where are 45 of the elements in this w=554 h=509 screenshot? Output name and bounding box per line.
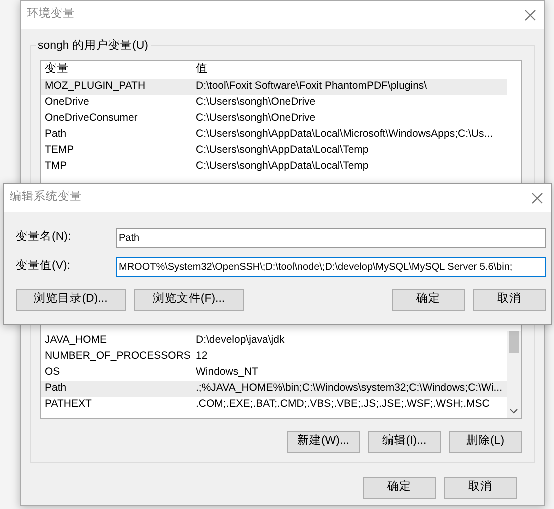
window-title: 环境变量 — [27, 6, 75, 22]
variable-value: C:\Users\songh\AppData\Local\Microsoft\WindowsApps;C:\Us... — [196, 127, 494, 142]
variable-name: Path — [45, 127, 68, 142]
variable-value: C:\Users\songh\AppData\Local\Temp — [196, 143, 369, 158]
button[interactable]: 删除(L) — [449, 431, 522, 453]
input-field[interactable]: MROOT%\System32\OpenSSH\;D:\tool\node\;D:\develop\MySQL\MySQL Server 5.6\bin; — [116, 257, 546, 277]
variable-value: C:\Users\songh\OneDrive — [196, 111, 316, 126]
field-label: 变量值(V): — [16, 258, 72, 274]
variable-value: .COM;.EXE;.BAT;.CMD;.VBS;.VBE;.JS;.JSE;.WSF;.WSH;.MSC — [196, 397, 490, 412]
variable-name: OS — [45, 365, 62, 380]
variable-name: PATHEXT — [45, 397, 93, 412]
variable-value: C:\Users\songh\OneDrive — [196, 95, 316, 110]
variable-name: Path — [45, 381, 68, 396]
variable-value: Windows_NT — [196, 365, 258, 380]
variable-name: OneDriveConsumer — [45, 111, 139, 126]
window-title: 编辑系统变量 — [10, 189, 82, 206]
variable-name: TEMP — [45, 143, 76, 158]
row-highlight[interactable]: MOZ_PLUGIN_PATH D:\tool\Foxit Software\Foxit PhantomPDF\plugins\ — [41, 79, 507, 95]
variable-value: D:\develop\java\jdk — [196, 333, 285, 348]
button[interactable]: 取消 — [473, 289, 546, 311]
variable-name: OneDrive — [45, 95, 90, 110]
variable-name: TMP — [45, 159, 68, 174]
button[interactable]: 编辑(I)... — [368, 431, 441, 453]
button[interactable]: 浏览文件(F)... — [134, 289, 244, 311]
scrollbar-thumb[interactable] — [509, 331, 519, 353]
column-header: 值 — [196, 62, 208, 78]
variable-value: .;%JAVA_HOME%\bin;C:\Windows\system32;C:\Windows;C:\Wi... — [196, 381, 503, 396]
close-icon[interactable] — [532, 192, 543, 204]
variable-value: D:\tool\Foxit Software\Foxit PhantomPDF\plugins\ — [196, 79, 428, 94]
field-label: 变量名(N): — [16, 229, 72, 246]
variable-name: NUMBER_OF_PROCESSORS — [45, 349, 192, 364]
button[interactable]: 确定 — [363, 477, 436, 499]
chevron-down-icon[interactable] — [510, 409, 518, 414]
button[interactable]: 确定 — [392, 289, 465, 311]
variable-name: JAVA_HOME — [45, 333, 108, 348]
input-field[interactable]: Path — [116, 228, 546, 248]
variable-name: MOZ_PLUGIN_PATH — [45, 79, 147, 94]
row-highlight[interactable]: Path .;%JAVA_HOME%\bin;C:\Windows\system32;C:\Windows;C:\Wi... — [41, 381, 507, 397]
button[interactable]: 取消 — [444, 477, 517, 499]
close-icon[interactable] — [525, 10, 536, 20]
column-header: 变量 — [45, 61, 70, 78]
variable-value: C:\Users\songh\AppData\Local\Temp — [196, 159, 369, 174]
button[interactable]: 浏览目录(D)... — [16, 289, 126, 311]
button[interactable]: 新建(W)... — [287, 431, 360, 453]
variable-value: 12 — [196, 349, 208, 364]
